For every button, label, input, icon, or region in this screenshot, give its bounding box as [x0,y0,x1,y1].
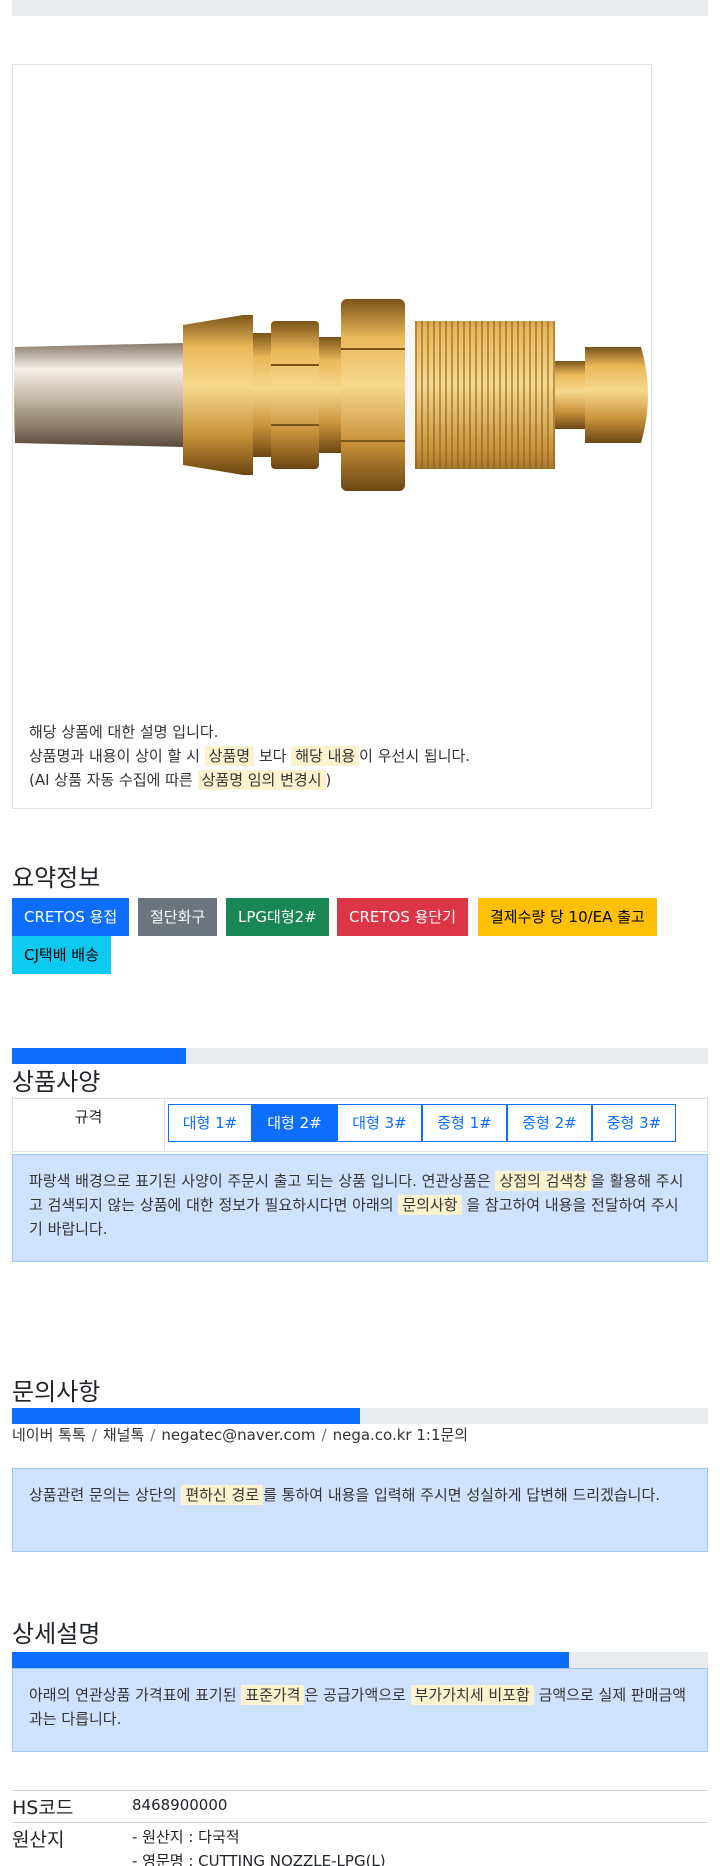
origin-label: 원산지 [12,1829,65,1851]
badge-category: 절단화구 [138,898,218,936]
separator: / [321,1426,327,1444]
top-progress-track [12,0,708,16]
inquiry-progress-fill [12,1408,360,1424]
spec-option-large-3[interactable]: 대형 3# [337,1104,422,1142]
summary-title: 요약정보 [12,864,101,892]
origin-english-name: - 영문명 : CUTTING NOZZLE-LPG(L) [132,1852,386,1866]
badge-brand: CRETOS 용접 [12,898,130,936]
separator: / [150,1426,156,1444]
origin-country: - 원산지 : 다국적 [132,1828,240,1846]
hs-code-label: HS코드 [12,1797,74,1819]
detail-info-alert: 아래의 연관상품 가격표에 표기된 표준가격 은 공급가액으로 부가가치세 비포함… [12,1668,708,1752]
badge-shipping: CJ택배 배송 [12,936,111,974]
notice-text: (AI 상품 자동 수집에 따른 [29,771,198,789]
origin-row: 원산지 - 원산지 : 다국적 - 영문명 : CUTTING NOZZLE-L… [12,1822,708,1866]
highlight: 상품명 [204,746,255,766]
product-image [14,299,648,491]
badge-product-line: CRETOS 용단기 [337,898,469,936]
channel-channeltalk[interactable]: 채널톡 [103,1426,144,1444]
inquiry-channels: 네이버 톡톡 / 채널톡 / negatec@naver.com / nega.co.kr … [12,1424,468,1445]
detail-title: 상세설명 [12,1620,101,1648]
highlight: 편하신 경로 [181,1485,264,1505]
highlight: 상점의 검색창 [495,1171,592,1191]
channel-naver-talk[interactable]: 네이버 톡톡 [12,1426,86,1444]
detail-info-text: 은 공급가액으로 [304,1686,411,1704]
inquiry-info-alert: 상품관련 문의는 상단의 편하신 경로 를 통하여 내용을 입력해 주시면 성실하… [12,1468,708,1552]
separator: / [91,1426,97,1444]
highlight: 표준가격 [241,1685,305,1705]
spec-option-medium-2[interactable]: 중형 2# [507,1104,592,1142]
inquiry-progress-bar [12,1408,708,1424]
product-notice: 해당 상품에 대한 설명 입니다. 상품명과 내용이 상이 할 시 상품명 보다… [29,720,470,792]
spec-option-large-1[interactable]: 대형 1# [168,1104,252,1142]
detail-progress-bar [12,1652,708,1668]
notice-line-1: 해당 상품에 대한 설명 입니다. [29,723,219,741]
highlight: 상품명 임의 변경시 [197,770,326,790]
detail-info-text: 아래의 연관상품 가격표에 표기된 [29,1686,242,1704]
inquiry-info-text: 를 통하여 내용을 입력해 주시면 성실하게 답변해 드리겠습니다. [263,1486,661,1504]
product-image-card: 해당 상품에 대한 설명 입니다. 상품명과 내용이 상이 할 시 상품명 보다… [12,64,652,809]
hs-code-row: HS코드 8468900000 [12,1790,708,1822]
notice-text: 상품명과 내용이 상이 할 시 [29,747,205,765]
notice-text: 이 우선시 됩니다. [359,747,471,765]
spec-option-large-2[interactable]: 대형 2# [252,1104,337,1142]
notice-text: ) [325,771,332,789]
spec-option-medium-1[interactable]: 중형 1# [422,1104,507,1142]
highlight: 문의사항 [398,1195,462,1215]
notice-text: 보다 [254,747,292,765]
inquiry-info-text: 상품관련 문의는 상단의 [29,1486,182,1504]
spec-table: 규격 대형 1# 대형 2# 대형 3# 중형 1# 중형 2# 중형 3# [12,1098,708,1152]
channel-email[interactable]: negatec@naver.com [161,1426,315,1444]
spec-info-text: 파랑색 배경으로 표기된 사양이 주문시 출고 되는 상품 입니다. 연관상품은 [29,1172,496,1190]
spec-progress-bar [12,1048,708,1064]
spec-title: 상품사양 [12,1068,101,1096]
detail-progress-fill [12,1652,569,1668]
hs-code-value: 8468900000 [132,1796,228,1814]
notice-line-2: 상품명과 내용이 상이 할 시 상품명 보다 해당 내용 이 우선시 됩니다. [29,744,470,768]
notice-line-3: (AI 상품 자동 수집에 따른 상품명 임의 변경시) [29,768,470,792]
spec-info-alert: 파랑색 배경으로 표기된 사양이 주문시 출고 되는 상품 입니다. 연관상품은… [12,1154,708,1262]
channel-website-inquiry[interactable]: nega.co.kr 1:1문의 [333,1426,469,1444]
spec-option-medium-3[interactable]: 중형 3# [592,1104,676,1142]
highlight: 부가가치세 비포함 [410,1685,534,1705]
badge-model: LPG대형2# [226,898,329,936]
badge-quantity: 결제수량 당 10/EA 출고 [478,898,657,936]
highlight: 해당 내용 [291,746,360,766]
inquiry-title: 문의사항 [12,1378,101,1406]
spec-label: 규격 [13,1099,165,1151]
